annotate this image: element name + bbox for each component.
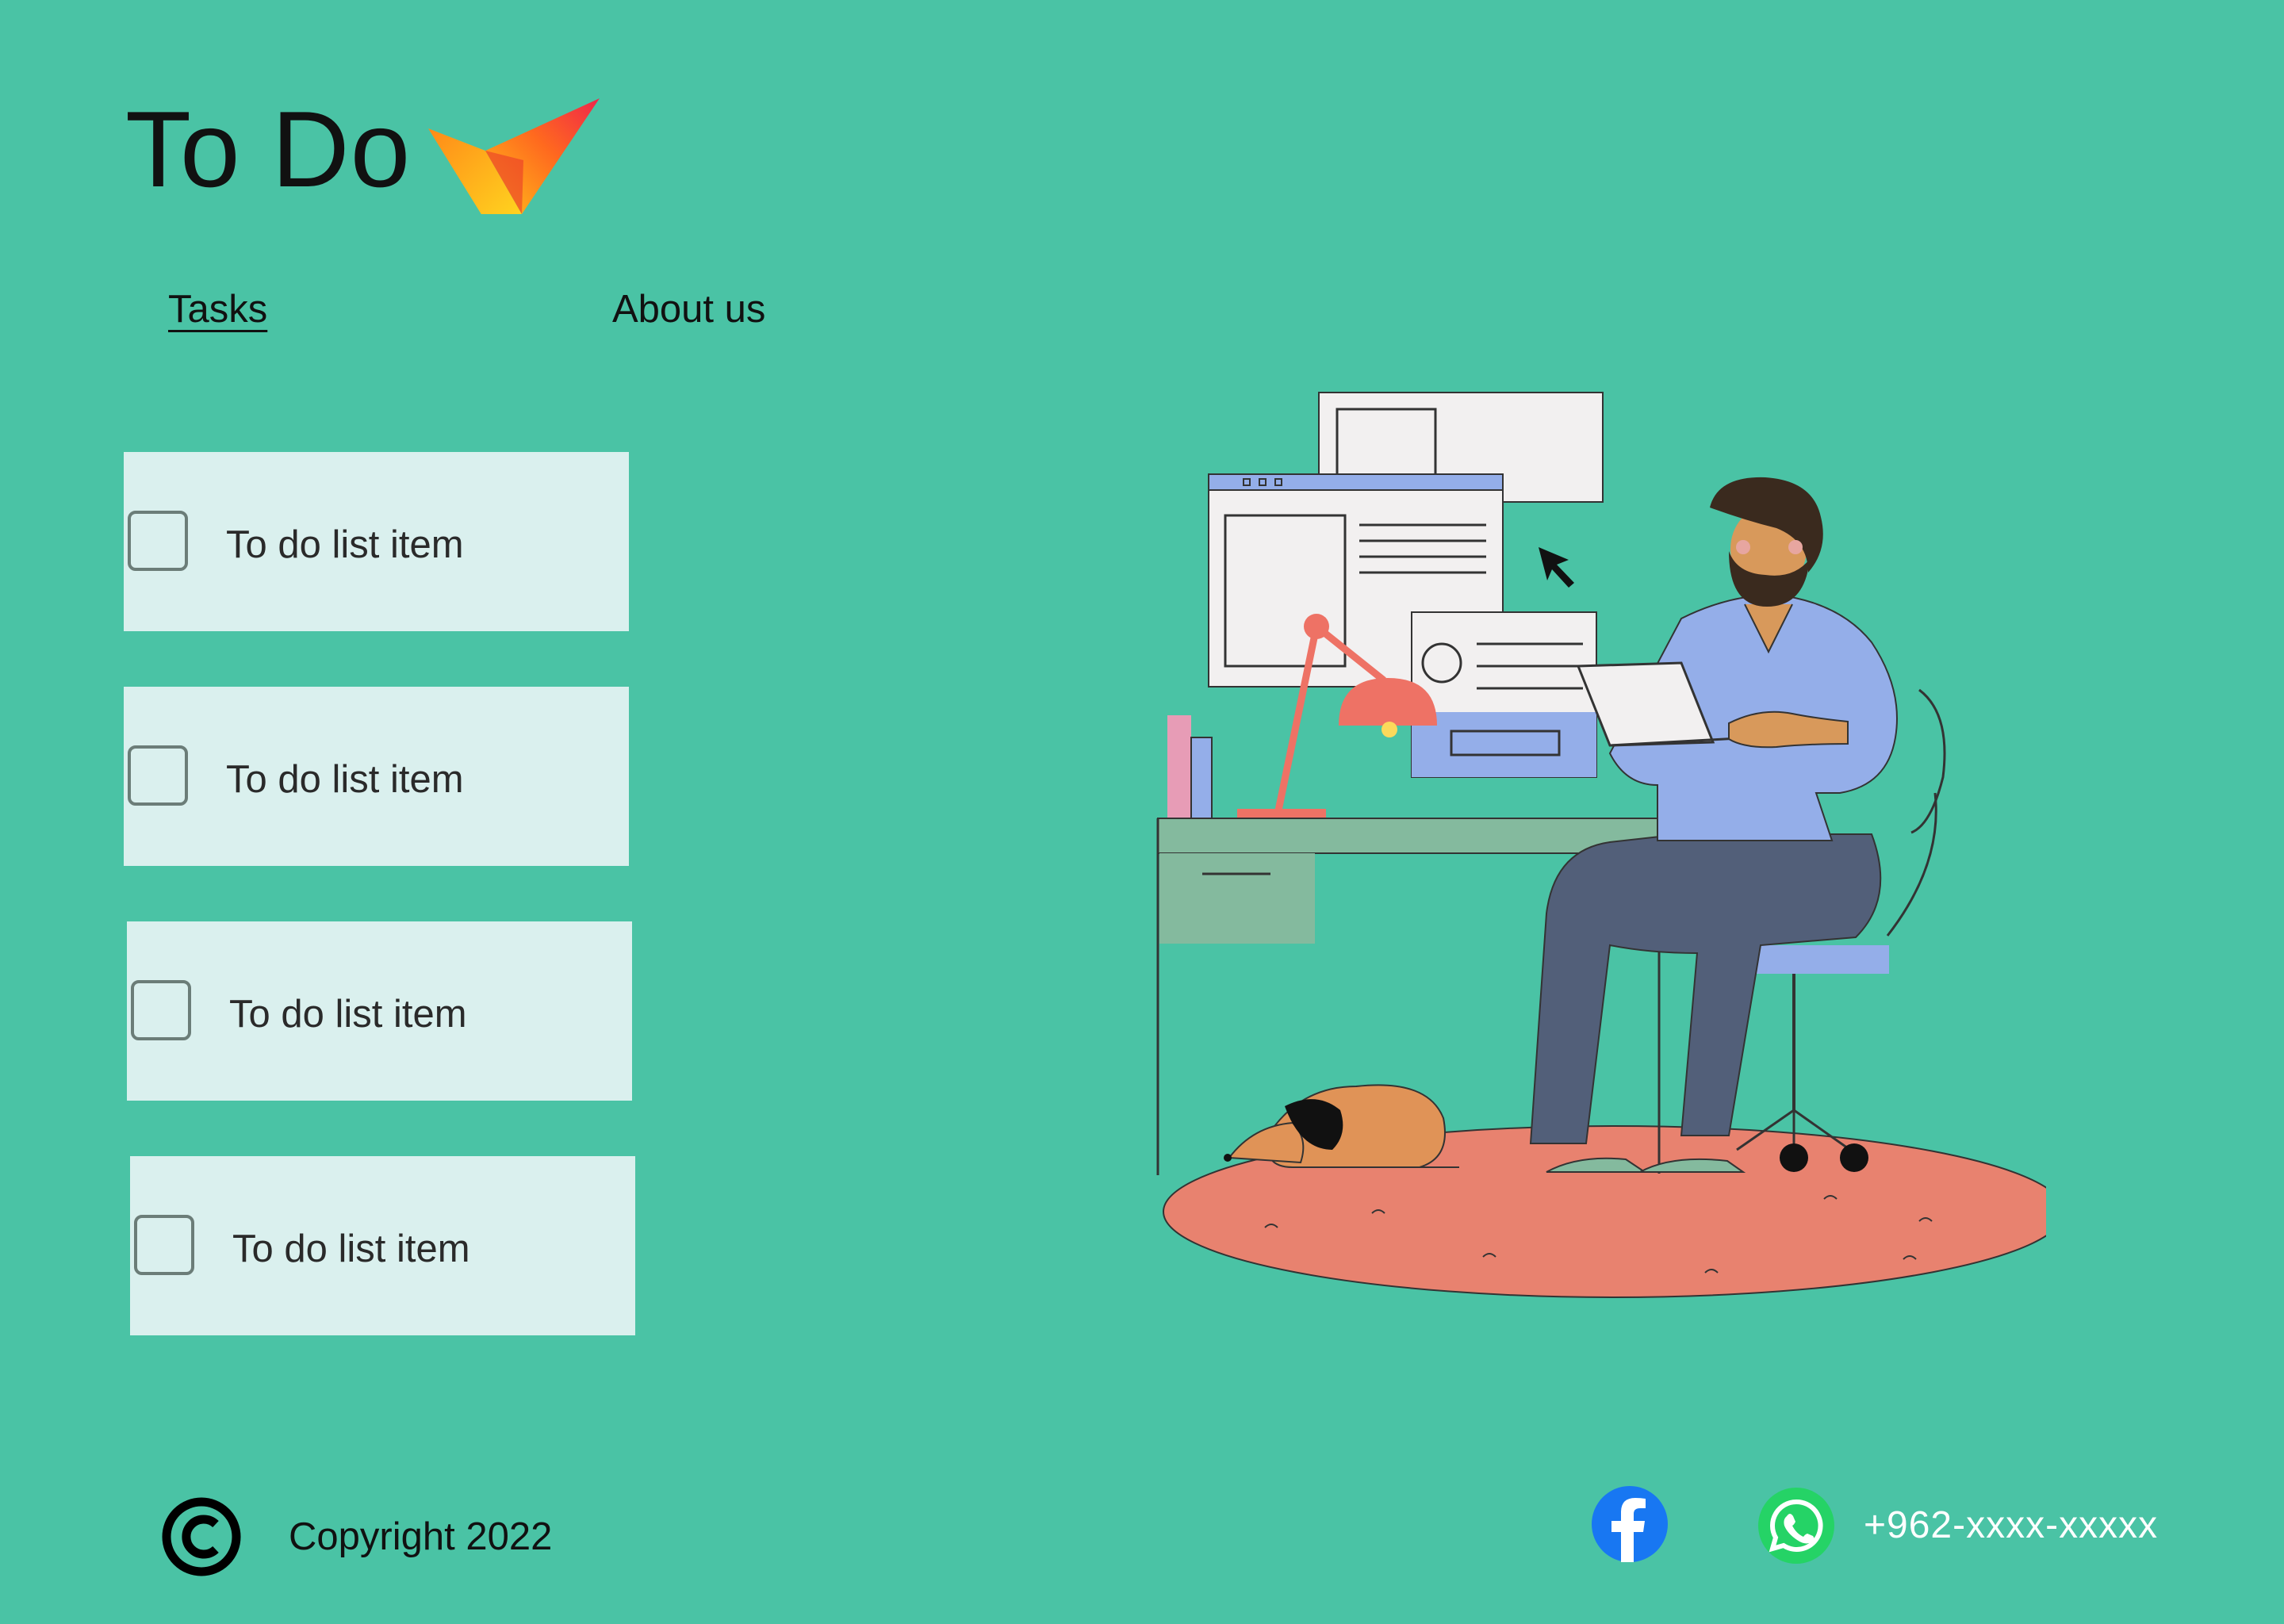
todo-item[interactable]: To do list item — [124, 687, 629, 866]
todo-checkbox[interactable] — [128, 511, 188, 571]
todo-item-label: To do list item — [229, 993, 467, 1036]
todo-checkbox[interactable] — [131, 980, 191, 1040]
copyright-icon — [162, 1497, 241, 1576]
app-title: To Do — [125, 89, 412, 209]
whatsapp-icon[interactable] — [1757, 1486, 1836, 1565]
phone-number: +962-xxxx-xxxxx — [1864, 1504, 2159, 1546]
todo-checkbox[interactable] — [134, 1215, 194, 1275]
nav-about-link[interactable]: About us — [612, 287, 765, 331]
facebook-icon[interactable] — [1590, 1484, 1669, 1564]
todo-item[interactable]: To do list item — [124, 452, 629, 631]
todo-item[interactable]: To do list item — [130, 1156, 635, 1335]
todo-item-label: To do list item — [232, 1228, 470, 1270]
checkmark-logo-icon — [428, 98, 600, 214]
nav-tasks-link[interactable]: Tasks — [168, 287, 267, 331]
todo-item[interactable]: To do list item — [127, 921, 632, 1101]
copyright-text: Copyright 2022 — [289, 1515, 553, 1558]
todo-item-label: To do list item — [226, 523, 464, 566]
todo-item-label: To do list item — [226, 758, 464, 801]
person-working-at-desk-illustration — [1156, 392, 2046, 1298]
todo-checkbox[interactable] — [128, 745, 188, 806]
